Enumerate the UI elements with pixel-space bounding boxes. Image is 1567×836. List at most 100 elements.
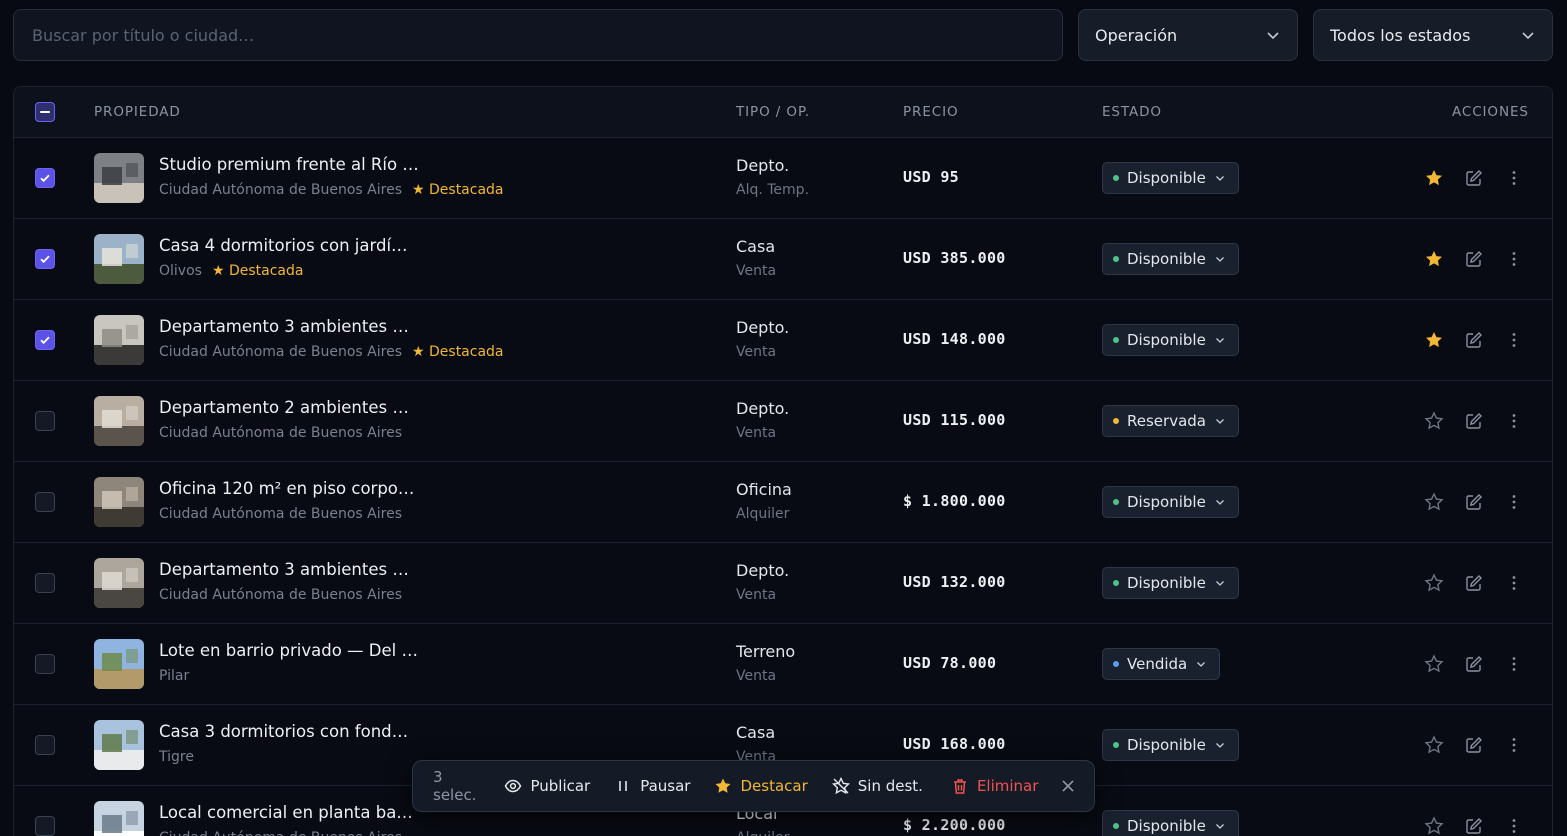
status-dropdown[interactable]: Reservada <box>1102 405 1239 437</box>
more-options-icon[interactable] <box>1504 330 1524 350</box>
property-price: USD 132.000 <box>903 573 1006 591</box>
property-title[interactable]: Departamento 2 ambientes … <box>159 398 409 417</box>
property-thumbnail[interactable] <box>94 801 144 836</box>
table-row[interactable]: Lote en barrio privado — Del … Pilar Ter… <box>14 624 1552 705</box>
property-thumbnail[interactable] <box>94 396 144 446</box>
publish-button[interactable]: Publicar <box>504 777 590 795</box>
row-checkbox[interactable] <box>35 249 55 269</box>
status-dropdown[interactable]: Disponible <box>1102 324 1239 356</box>
property-thumbnail[interactable] <box>94 315 144 365</box>
edit-icon[interactable] <box>1464 735 1484 755</box>
search-box[interactable] <box>13 9 1063 61</box>
property-title[interactable]: Departamento 3 ambientes … <box>159 317 409 336</box>
property-title[interactable]: Casa 4 dormitorios con jardí… <box>159 236 408 255</box>
delete-button[interactable]: Eliminar <box>951 777 1038 795</box>
more-options-icon[interactable] <box>1504 735 1524 755</box>
unfeature-button[interactable]: Sin dest. <box>831 777 923 795</box>
row-checkbox[interactable] <box>35 816 55 836</box>
status-label: Disponible <box>1127 574 1206 592</box>
more-options-icon[interactable] <box>1504 816 1524 836</box>
close-icon[interactable] <box>1060 778 1076 794</box>
table-row[interactable]: Departamento 2 ambientes … Ciudad Autóno… <box>14 381 1552 462</box>
star-filled-icon[interactable] <box>1424 330 1444 350</box>
property-title[interactable]: Departamento 3 ambientes … <box>159 560 409 579</box>
status-dropdown[interactable]: Disponible <box>1102 486 1239 518</box>
status-dot-icon <box>1113 661 1119 667</box>
edit-icon[interactable] <box>1464 411 1484 431</box>
row-checkbox[interactable] <box>35 330 55 350</box>
feature-button[interactable]: Destacar <box>714 777 808 795</box>
table-row[interactable]: Departamento 3 ambientes … Ciudad Autóno… <box>14 543 1552 624</box>
search-input[interactable] <box>32 25 1044 45</box>
property-thumbnail[interactable] <box>94 153 144 203</box>
status-dropdown[interactable]: Disponible <box>1102 162 1239 194</box>
star-outline-icon[interactable] <box>1424 816 1444 836</box>
row-checkbox[interactable] <box>35 654 55 674</box>
property-meta: Ciudad Autónoma de Buenos Aires <box>159 506 402 522</box>
property-price: USD 385.000 <box>903 249 1006 267</box>
row-checkbox[interactable] <box>35 168 55 188</box>
status-dropdown[interactable]: Disponible <box>1102 567 1239 599</box>
star-outline-icon[interactable] <box>1424 735 1444 755</box>
star-outline-icon[interactable] <box>1424 573 1444 593</box>
edit-icon[interactable] <box>1464 816 1484 836</box>
star-filled-icon[interactable] <box>1424 249 1444 269</box>
status-dot-icon <box>1113 175 1119 181</box>
status-dropdown[interactable]: Disponible <box>1102 729 1239 761</box>
star-filled-icon[interactable] <box>1424 168 1444 188</box>
property-meta: Olivos ★ Destacada <box>159 263 303 279</box>
pause-label: Pausar <box>640 777 691 795</box>
header-property[interactable]: PROPIEDAD <box>94 87 181 138</box>
property-thumbnail[interactable] <box>94 639 144 689</box>
property-title[interactable]: Lote en barrio privado — Del … <box>159 641 418 660</box>
header-type[interactable]: TIPO / OP. <box>736 87 810 138</box>
more-options-icon[interactable] <box>1504 492 1524 512</box>
row-checkbox[interactable] <box>35 411 55 431</box>
row-checkbox[interactable] <box>35 492 55 512</box>
star-outline-icon[interactable] <box>1424 654 1444 674</box>
property-thumbnail[interactable] <box>94 477 144 527</box>
table-row[interactable]: Oficina 120 m² en piso corpo… Ciudad Aut… <box>14 462 1552 543</box>
header-price[interactable]: PRECIO <box>903 87 959 138</box>
table-row[interactable]: Studio premium frente al Río … Ciudad Au… <box>14 138 1552 219</box>
property-meta: Ciudad Autónoma de Buenos Aires ★ Destac… <box>159 182 504 198</box>
property-title[interactable]: Casa 3 dormitorios con fond… <box>159 722 408 741</box>
status-dropdown[interactable]: Disponible <box>1102 243 1239 275</box>
row-checkbox[interactable] <box>35 735 55 755</box>
edit-icon[interactable] <box>1464 330 1484 350</box>
header-status[interactable]: ESTADO <box>1102 87 1162 138</box>
edit-icon[interactable] <box>1464 654 1484 674</box>
star-outline-icon[interactable] <box>1424 492 1444 512</box>
edit-icon[interactable] <box>1464 573 1484 593</box>
edit-icon[interactable] <box>1464 492 1484 512</box>
property-title[interactable]: Oficina 120 m² en piso corpo… <box>159 479 414 498</box>
status-dot-icon <box>1113 418 1119 424</box>
status-filter-select[interactable]: Todos los estados <box>1313 9 1553 61</box>
pause-button[interactable]: Pausar <box>614 777 690 795</box>
table-row[interactable]: Casa 4 dormitorios con jardí… Olivos ★ D… <box>14 219 1552 300</box>
more-options-icon[interactable] <box>1504 654 1524 674</box>
property-thumbnail[interactable] <box>94 720 144 770</box>
more-options-icon[interactable] <box>1504 573 1524 593</box>
property-title[interactable]: Local comercial en planta ba… <box>159 803 413 822</box>
property-title[interactable]: Studio premium frente al Río … <box>159 155 419 174</box>
property-price: $ 1.800.000 <box>903 492 1006 510</box>
property-meta: Ciudad Autónoma de Buenos Aires <box>159 425 402 441</box>
property-thumbnail[interactable] <box>94 558 144 608</box>
property-thumbnail[interactable] <box>94 234 144 284</box>
check-icon <box>40 336 50 345</box>
status-dropdown[interactable]: Disponible <box>1102 810 1239 836</box>
edit-icon[interactable] <box>1464 168 1484 188</box>
more-options-icon[interactable] <box>1504 411 1524 431</box>
row-checkbox[interactable] <box>35 573 55 593</box>
status-dropdown[interactable]: Vendida <box>1102 648 1221 680</box>
star-outline-icon[interactable] <box>1424 411 1444 431</box>
chevron-down-icon <box>1215 257 1224 262</box>
more-options-icon[interactable] <box>1504 168 1524 188</box>
select-all-checkbox[interactable] <box>35 102 55 122</box>
operation-select[interactable]: Operación <box>1078 9 1298 61</box>
edit-icon[interactable] <box>1464 249 1484 269</box>
table-row[interactable]: Departamento 3 ambientes … Ciudad Autóno… <box>14 300 1552 381</box>
status-dot-icon <box>1113 337 1119 343</box>
more-options-icon[interactable] <box>1504 249 1524 269</box>
